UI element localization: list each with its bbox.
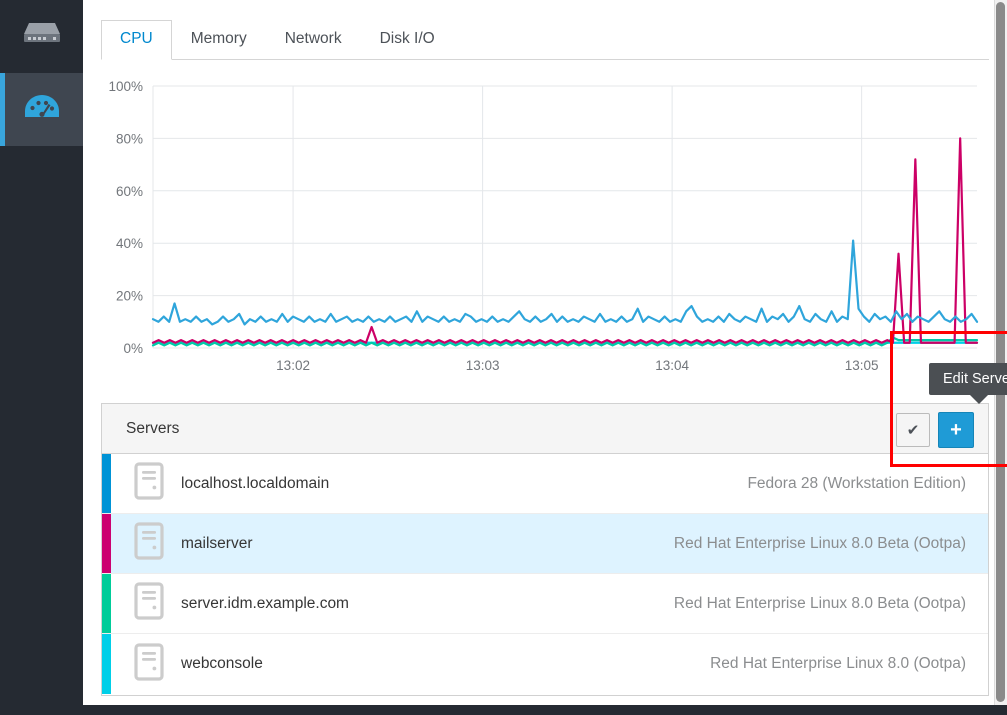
- tab-cpu[interactable]: CPU: [101, 20, 172, 60]
- server-os: Red Hat Enterprise Linux 8.0 Beta (Ootpa…: [673, 594, 966, 612]
- server-name: webconsole: [181, 655, 263, 672]
- server-name: server.idm.example.com: [181, 594, 349, 612]
- panel-actions: ✔ +: [896, 412, 974, 448]
- server-storage-icon: [23, 21, 61, 52]
- page-scrollbar-track[interactable]: [994, 0, 1007, 705]
- metric-tabs: CPU Memory Network Disk I/O: [101, 18, 989, 60]
- server-list-item[interactable]: localhost.localdomain Fedora 28 (Workstat…: [102, 454, 988, 514]
- panel-title: Servers: [126, 419, 180, 437]
- server-name: mailserver: [181, 534, 253, 552]
- svg-text:13:05: 13:05: [845, 358, 879, 373]
- tab-memory[interactable]: Memory: [172, 20, 266, 59]
- svg-text:13:02: 13:02: [276, 358, 310, 373]
- svg-text:100%: 100%: [108, 79, 143, 94]
- servers-panel: Servers ✔ + localhost.localdomain Fedora …: [101, 403, 989, 696]
- sidebar-item-servers[interactable]: [0, 0, 83, 73]
- server-color-indicator: [102, 514, 111, 573]
- server-list-item[interactable]: webconsole Red Hat Enterprise Linux 8.0 (…: [102, 634, 988, 694]
- svg-text:60%: 60%: [116, 184, 143, 199]
- bottom-strip: [0, 705, 1007, 715]
- server-os: Fedora 28 (Workstation Edition): [747, 474, 966, 492]
- chart-gridlines: [152, 85, 977, 349]
- svg-text:13:04: 13:04: [655, 358, 689, 373]
- svg-text:13:03: 13:03: [466, 358, 500, 373]
- server-color-indicator: [102, 574, 111, 633]
- server-name: localhost.localdomain: [181, 474, 330, 492]
- server-icon: [134, 582, 164, 625]
- server-icon: [134, 522, 164, 565]
- chart-series: [151, 137, 979, 347]
- monitoring-page: CPU Memory Network Disk I/O 0% 20% 40% 60% 8…: [0, 0, 1007, 715]
- page-scrollbar-thumb[interactable]: [996, 2, 1005, 702]
- left-sidebar: [0, 0, 83, 705]
- add-server-button[interactable]: +: [938, 412, 974, 448]
- server-icon: [134, 462, 164, 505]
- tab-network[interactable]: Network: [266, 20, 361, 59]
- server-os: Red Hat Enterprise Linux 8.0 (Ootpa): [710, 655, 966, 672]
- edit-server-toggle-button[interactable]: ✔: [896, 413, 930, 447]
- server-list-item[interactable]: server.idm.example.com Red Hat Enterprise…: [102, 574, 988, 634]
- server-list: localhost.localdomain Fedora 28 (Workstat…: [102, 454, 988, 694]
- main-content: CPU Memory Network Disk I/O 0% 20% 40% 60% 8…: [83, 0, 1007, 705]
- svg-text:80%: 80%: [116, 131, 143, 146]
- svg-text:0%: 0%: [123, 341, 143, 356]
- server-list-item[interactable]: mailserver Red Hat Enterprise Linux 8.0 B…: [102, 514, 988, 574]
- cpu-usage-chart: 0% 20% 40% 60% 80% 100% 13:02 13:03 13:04 13:05: [101, 78, 989, 388]
- chart-x-axis-labels: 13:02 13:03 13:04 13:05: [276, 358, 878, 373]
- server-color-indicator: [102, 454, 111, 513]
- svg-text:40%: 40%: [116, 236, 143, 251]
- server-icon: [134, 642, 164, 686]
- svg-text:20%: 20%: [116, 289, 143, 304]
- server-color-indicator: [102, 634, 111, 694]
- edit-server-tooltip: Edit Server: [929, 363, 1007, 395]
- servers-panel-header: Servers ✔ +: [102, 404, 988, 454]
- chart-svg: 0% 20% 40% 60% 80% 100% 13:02 13:03 13:04 13:05: [108, 79, 979, 373]
- sidebar-item-dashboard[interactable]: [0, 73, 83, 146]
- chart-line-0: [151, 239, 979, 326]
- tab-disk-io[interactable]: Disk I/O: [361, 20, 454, 59]
- dashboard-gauge-icon: [24, 92, 60, 127]
- chart-y-axis-labels: 0% 20% 40% 60% 80% 100%: [108, 79, 143, 356]
- server-os: Red Hat Enterprise Linux 8.0 Beta (Ootpa…: [673, 534, 966, 552]
